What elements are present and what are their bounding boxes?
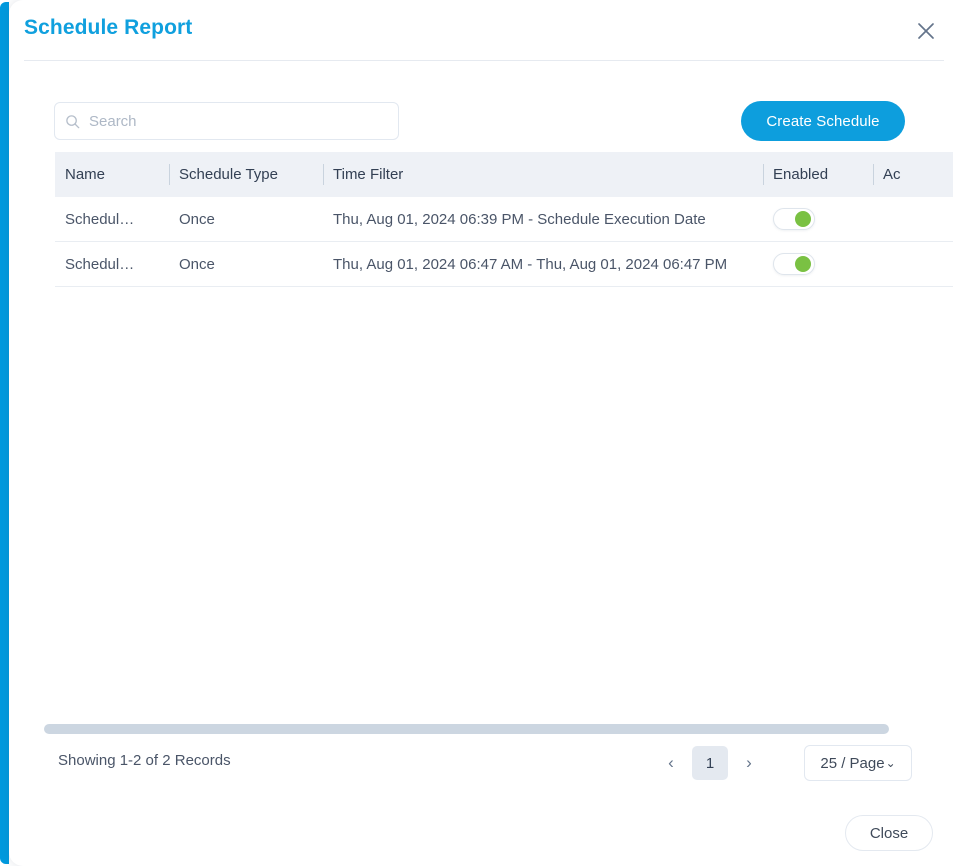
page-size-label: 25 / Page xyxy=(820,755,884,772)
cell-actions xyxy=(873,197,953,242)
column-header-label: Enabled xyxy=(773,166,828,183)
chevron-left-icon[interactable]: ‹ xyxy=(654,746,688,780)
page-size-select[interactable]: 25 / Page ⌄ xyxy=(804,745,912,781)
table-row[interactable]: Schedul… Once Thu, Aug 01, 2024 06:39 PM… xyxy=(55,197,953,242)
cell-enabled xyxy=(763,242,873,287)
close-icon[interactable] xyxy=(914,19,938,43)
page-number-1[interactable]: 1 xyxy=(692,746,728,780)
chevron-down-icon: ⌄ xyxy=(886,756,896,770)
pagination: ‹ 1 › xyxy=(654,744,766,782)
column-header-time-filter[interactable]: Time Filter xyxy=(323,152,763,197)
modal-accent-bar xyxy=(0,2,9,864)
search-box[interactable] xyxy=(54,102,399,140)
chevron-right-icon[interactable]: › xyxy=(732,746,766,780)
search-input[interactable] xyxy=(89,113,388,130)
cell-schedule-type: Once xyxy=(169,197,323,242)
column-header-schedule-type[interactable]: Schedule Type xyxy=(169,152,323,197)
records-count-label: Showing 1-2 of 2 Records xyxy=(58,752,231,769)
column-header-actions[interactable]: Ac xyxy=(873,152,953,197)
table-header: Name Schedule Type Time Filter Enab xyxy=(55,152,953,197)
modal-header: Schedule Report xyxy=(9,0,953,60)
scrollbar-thumb[interactable] xyxy=(44,724,889,734)
close-button[interactable]: Close xyxy=(845,815,933,851)
column-header-label: Ac xyxy=(883,166,901,183)
column-header-enabled[interactable]: Enabled xyxy=(763,152,873,197)
schedule-table-container: Name Schedule Type Time Filter Enab xyxy=(55,152,953,714)
horizontal-scrollbar[interactable] xyxy=(44,724,929,734)
cell-schedule-type: Once xyxy=(169,242,323,287)
toggle-knob xyxy=(795,256,811,272)
toolbar: Create Schedule xyxy=(9,92,953,148)
column-header-label: Name xyxy=(65,166,105,183)
cell-time-filter: Thu, Aug 01, 2024 06:47 AM - Thu, Aug 01… xyxy=(323,242,763,287)
column-divider xyxy=(169,164,170,185)
search-icon xyxy=(65,114,80,129)
cell-time-filter: Thu, Aug 01, 2024 06:39 PM - Schedule Ex… xyxy=(323,197,763,242)
cell-actions xyxy=(873,242,953,287)
column-header-label: Time Filter xyxy=(333,166,403,183)
toggle-knob xyxy=(795,211,811,227)
cell-name: Schedul… xyxy=(55,242,169,287)
header-divider xyxy=(24,60,944,61)
table-body: Schedul… Once Thu, Aug 01, 2024 06:39 PM… xyxy=(55,197,953,287)
column-divider xyxy=(323,164,324,185)
column-header-name[interactable]: Name xyxy=(55,152,169,197)
table-row[interactable]: Schedul… Once Thu, Aug 01, 2024 06:47 AM… xyxy=(55,242,953,287)
schedule-report-modal: Schedule Report Create Schedul xyxy=(0,0,953,866)
create-schedule-button[interactable]: Create Schedule xyxy=(741,101,905,141)
schedule-table: Name Schedule Type Time Filter Enab xyxy=(55,152,953,287)
modal-panel: Schedule Report Create Schedul xyxy=(9,0,953,866)
column-divider xyxy=(873,164,874,185)
column-header-label: Schedule Type xyxy=(179,166,278,183)
enabled-toggle[interactable] xyxy=(773,253,815,275)
page-title: Schedule Report xyxy=(24,16,192,40)
table-header-row: Name Schedule Type Time Filter Enab xyxy=(55,152,953,197)
column-divider xyxy=(763,164,764,185)
cell-enabled xyxy=(763,197,873,242)
cell-name: Schedul… xyxy=(55,197,169,242)
enabled-toggle[interactable] xyxy=(773,208,815,230)
